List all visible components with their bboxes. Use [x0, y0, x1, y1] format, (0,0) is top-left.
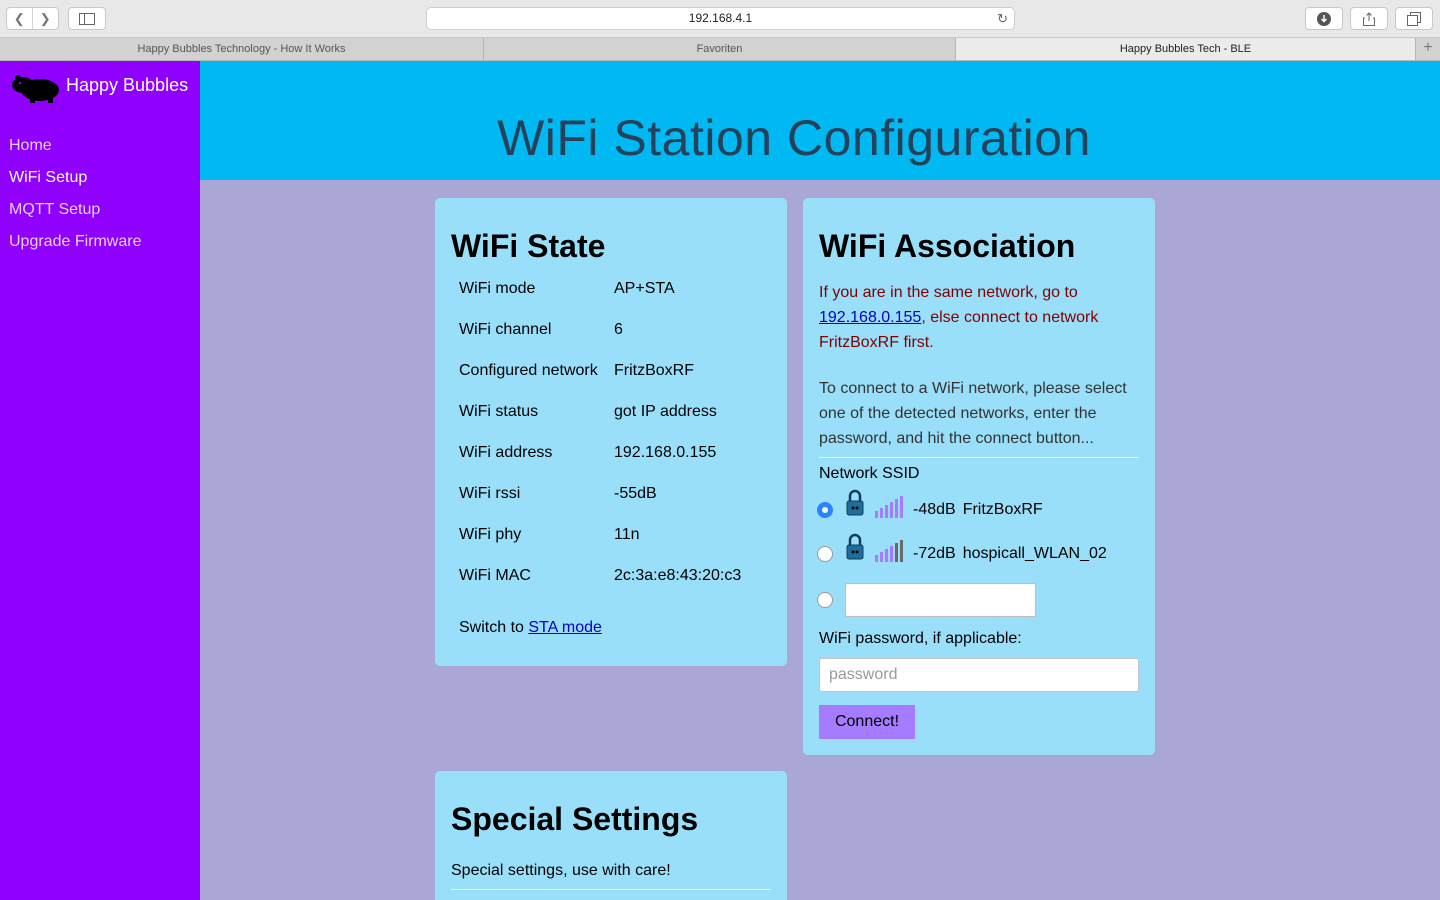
special-settings-title: Special Settings — [451, 801, 699, 837]
sidebar-item-mqtt-setup[interactable]: MQTT Setup — [9, 201, 141, 233]
state-value: FritzBoxRF — [614, 362, 694, 379]
sidebar-item-home[interactable]: Home — [9, 137, 141, 169]
password-label: WiFi password, if applicable: — [819, 630, 1022, 647]
connect-button[interactable]: Connect! — [819, 705, 915, 739]
state-value: got IP address — [614, 403, 717, 420]
connect-instructions: To connect to a WiFi network, please sel… — [819, 380, 1127, 447]
sidebar-toggle-icon[interactable] — [68, 7, 106, 30]
download-icon[interactable] — [1305, 7, 1343, 30]
wifi-association-card: WiFi Association If you are in the same … — [803, 198, 1155, 755]
state-value: 192.168.0.155 — [614, 444, 717, 461]
manual-network-radio[interactable] — [817, 592, 833, 608]
network-radio[interactable] — [817, 546, 833, 562]
warning-prefix: If you are in the same network, go to — [819, 284, 1078, 301]
brand-name: Happy Bubbles — [66, 74, 189, 95]
wifi-state-card: WiFi State WiFi mode AP+STA WiFi channel 6… — [435, 198, 787, 666]
switch-prefix: Switch to — [459, 619, 524, 636]
state-key: WiFi MAC — [459, 567, 531, 584]
forward-icon[interactable]: ❯ — [33, 8, 58, 29]
ip-address-link[interactable]: 192.168.0.155 — [819, 309, 921, 326]
state-value: AP+STA — [614, 280, 675, 297]
tab-favoriten[interactable]: Favoriten — [484, 38, 956, 60]
hippo-logo-icon — [12, 75, 59, 103]
lock-icon — [846, 489, 864, 516]
network-option[interactable]: -72dB hospicall_WLAN_02 — [817, 533, 1107, 563]
signal-strength-icon — [875, 496, 903, 518]
divider — [819, 457, 1139, 458]
network-rssi: -72dB — [913, 545, 956, 562]
switch-mode-line: Switch to STA mode — [459, 619, 602, 637]
tab-ble[interactable]: Happy Bubbles Tech - BLE — [956, 38, 1416, 60]
sidebar-link-home[interactable]: Home — [9, 137, 52, 154]
state-key: WiFi status — [459, 403, 539, 420]
brand[interactable]: Happy Bubbles — [10, 71, 188, 103]
sidebar-item-wifi-setup[interactable]: WiFi Setup — [9, 169, 141, 201]
state-key: WiFi mode — [459, 280, 536, 297]
state-value: 6 — [614, 321, 623, 338]
sidebar-link-mqtt-setup[interactable]: MQTT Setup — [9, 201, 100, 218]
state-key: WiFi channel — [459, 321, 552, 338]
share-icon[interactable] — [1350, 7, 1388, 30]
network-ssid: FritzBoxRF — [962, 501, 1043, 518]
lock-icon — [846, 533, 864, 560]
manual-network-option[interactable] — [817, 583, 1036, 617]
nav-buttons: ❮ ❯ — [6, 7, 59, 30]
wifi-state-title: WiFi State — [451, 228, 606, 264]
manual-ssid-input[interactable] — [845, 583, 1036, 617]
password-input[interactable]: password — [819, 658, 1139, 692]
state-value: 2c:3a:e8:43:20:c3 — [614, 567, 742, 584]
wifi-state-table: WiFi mode AP+STA WiFi channel 6 Configured… — [459, 280, 741, 608]
state-key: WiFi phy — [459, 526, 522, 543]
network-ssid-label: Network SSID — [819, 465, 920, 482]
state-key: WiFi rssi — [459, 485, 521, 502]
sidebar-item-upgrade-firmware[interactable]: Upgrade Firmware — [9, 233, 141, 265]
tab-how-it-works[interactable]: Happy Bubbles Technology - How It Works — [0, 38, 484, 60]
sidebar: Happy Bubbles Home WiFi Setup MQTT Setup… — [0, 61, 200, 900]
table-row: WiFi mode AP+STA — [459, 280, 741, 321]
state-key: WiFi address — [459, 444, 553, 461]
page-title: WiFi Station Configuration — [497, 110, 1091, 166]
sidebar-menu: Home WiFi Setup MQTT Setup Upgrade Firmw… — [9, 137, 141, 265]
tab-bar: Happy Bubbles Technology - How It Works … — [0, 38, 1440, 61]
table-row: WiFi status got IP address — [459, 403, 741, 444]
sidebar-link-wifi-setup[interactable]: WiFi Setup — [9, 169, 87, 186]
state-key: Configured network — [459, 362, 598, 379]
state-value: -55dB — [614, 485, 657, 502]
special-settings-description: Special settings, use with care! — [451, 862, 671, 879]
network-option[interactable]: -48dB FritzBoxRF — [817, 489, 1043, 519]
table-row: WiFi address 192.168.0.155 — [459, 444, 741, 485]
tabs-overview-icon[interactable] — [1395, 7, 1433, 30]
browser-toolbar: ❮ ❯ 192.168.4.1 ↻ — [0, 0, 1440, 38]
wifi-association-title: WiFi Association — [819, 228, 1076, 264]
page-header: WiFi Station Configuration — [200, 61, 1440, 180]
network-warning: If you are in the same network, go to 19… — [819, 280, 1119, 355]
table-row: WiFi rssi -55dB — [459, 485, 741, 526]
table-row: WiFi channel 6 — [459, 321, 741, 362]
network-ssid: hospicall_WLAN_02 — [962, 545, 1107, 562]
special-settings-card: Special Settings Special settings, use w… — [435, 771, 787, 900]
reload-icon[interactable]: ↻ — [997, 8, 1008, 29]
back-icon[interactable]: ❮ — [7, 8, 33, 29]
network-rssi: -48dB — [913, 501, 956, 518]
state-value: 11n — [614, 526, 640, 543]
table-row: WiFi MAC 2c:3a:e8:43:20:c3 — [459, 567, 741, 608]
sta-mode-link[interactable]: STA mode — [528, 619, 602, 636]
sidebar-link-upgrade-firmware[interactable]: Upgrade Firmware — [9, 233, 141, 250]
table-row: WiFi phy 11n — [459, 526, 741, 567]
new-tab-icon[interactable]: + — [1416, 38, 1440, 60]
network-radio[interactable] — [817, 502, 833, 518]
address-text: 192.168.4.1 — [688, 11, 753, 25]
table-row: Configured network FritzBoxRF — [459, 362, 741, 403]
signal-strength-icon — [875, 540, 903, 562]
address-bar[interactable]: 192.168.4.1 ↻ — [426, 7, 1015, 30]
divider — [451, 889, 771, 890]
